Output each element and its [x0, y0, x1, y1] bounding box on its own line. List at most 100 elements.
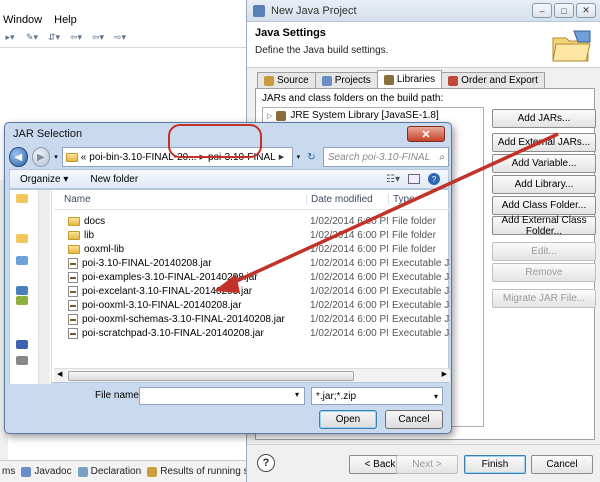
preview-pane-icon[interactable] — [408, 174, 420, 184]
file-row[interactable]: poi-ooxml-schemas-3.10-FINAL-20140208.ja… — [54, 312, 450, 326]
computer-icon[interactable] — [16, 286, 28, 295]
forward-arrow-icon[interactable]: ▶ — [31, 147, 51, 167]
jar-file-icon — [68, 327, 78, 339]
expand-chevron-icon[interactable]: ▷ — [267, 112, 272, 120]
breadcrumb-highlight-annotation — [168, 124, 262, 158]
refresh-icon[interactable]: ↻ — [304, 148, 319, 166]
file-row[interactable]: lib 1/02/2014 6:00 PM File folder — [54, 228, 450, 242]
folder-icon — [68, 230, 80, 240]
column-date[interactable]: Date modified — [306, 194, 388, 205]
minimize-icon[interactable]: – — [532, 3, 552, 18]
add-jars-button[interactable]: Add JARs... — [492, 109, 596, 128]
tab-problems[interactable]: ms — [2, 466, 15, 477]
tab-order-export[interactable]: Order and Export — [441, 72, 545, 88]
scroll-right-icon[interactable]: ▶ — [442, 370, 447, 378]
address-dropdown-icon[interactable]: ▾ — [297, 153, 301, 161]
tree-item-jre[interactable]: ▷ JRE System Library [JavaSE-1.8] — [263, 108, 483, 123]
file-row[interactable]: poi-excelant-3.10-FINAL-20140208.jar 1/02… — [54, 284, 450, 298]
file-date: 1/02/2014 6:00 PM — [310, 229, 388, 241]
file-name: poi-ooxml-3.10-FINAL-20140208.jar — [82, 299, 242, 311]
open-button[interactable]: Open — [319, 410, 377, 429]
nav-scrollbar[interactable] — [38, 190, 50, 384]
libraries-nav-icon[interactable] — [16, 234, 28, 243]
page-title: Java Settings — [255, 27, 326, 39]
toolbar-nav-icon[interactable]: ✎▾ — [24, 32, 40, 44]
migrate-jar-button[interactable]: Migrate JAR File... — [492, 289, 596, 308]
tab-declaration[interactable]: Declaration — [77, 466, 141, 477]
file-name-label: File name: — [95, 390, 142, 401]
add-external-jars-button[interactable]: Add External JARs... — [492, 133, 596, 152]
file-list[interactable]: Name Date modified Type docs 1/02/2014 6:… — [54, 190, 450, 384]
toolbar-prev-icon[interactable]: ⇦▾ — [68, 32, 84, 44]
add-external-class-folder-button[interactable]: Add External Class Folder... — [492, 215, 596, 237]
breadcrumb-overflow[interactable]: « — [81, 152, 87, 163]
file-row[interactable]: poi-ooxml-3.10-FINAL-20140208.jar 1/02/20… — [54, 298, 450, 312]
file-dialog-footer: File name: ▾ *.jar;*.zip ▾ Open Cancel — [9, 383, 449, 431]
page-description: Define the Java build settings. — [255, 45, 389, 56]
add-class-folder-button[interactable]: Add Class Folder... — [492, 196, 596, 215]
scroll-left-icon[interactable]: ◀ — [57, 370, 62, 378]
scrollbar-thumb[interactable] — [68, 371, 354, 381]
file-row[interactable]: poi-examples-3.10-FINAL-20140208.jar 1/02… — [54, 270, 450, 284]
edit-button[interactable]: Edit... — [492, 242, 596, 261]
close-icon[interactable]: ✕ — [407, 126, 445, 142]
search-icon[interactable]: ⌕ — [439, 152, 445, 163]
recent-pages-icon[interactable]: ▾ — [54, 153, 58, 161]
view-options-icon[interactable]: ☷▾ — [386, 174, 400, 185]
favorites-icon[interactable] — [16, 194, 28, 203]
file-row[interactable]: ooxml-lib 1/02/2014 6:00 PM File folder — [54, 242, 450, 256]
search-box[interactable]: ⌕ — [322, 147, 449, 167]
jar-file-icon — [68, 257, 78, 269]
menu-help[interactable]: Help — [54, 14, 77, 26]
cancel-button[interactable]: Cancel — [531, 455, 593, 474]
maximize-icon[interactable]: □ — [554, 3, 574, 18]
file-name-dropdown-icon[interactable]: ▾ — [295, 390, 299, 399]
file-type-filter[interactable]: *.jar;*.zip ▾ — [311, 387, 443, 405]
help-icon[interactable]: ? — [257, 454, 275, 472]
homegroup-icon[interactable] — [16, 256, 28, 265]
cancel-button[interactable]: Cancel — [385, 410, 443, 429]
add-variable-button[interactable]: Add Variable... — [492, 154, 596, 173]
help-icon[interactable]: ? — [428, 173, 440, 185]
file-row[interactable]: docs 1/02/2014 6:00 PM File folder — [54, 214, 450, 228]
remove-button[interactable]: Remove — [492, 263, 596, 282]
finish-button[interactable]: Finish — [464, 455, 526, 474]
column-type[interactable]: Type — [388, 194, 450, 205]
new-folder-button[interactable]: New folder — [90, 174, 138, 185]
tab-javadoc[interactable]: Javadoc — [21, 466, 72, 477]
column-name[interactable]: Name — [54, 194, 306, 205]
view-controls: ☷▾ ? — [386, 173, 448, 185]
file-name-input[interactable] — [139, 387, 305, 405]
file-type: Executable Jar File — [392, 271, 450, 283]
close-window-icon[interactable]: ✕ — [576, 3, 596, 18]
back-arrow-icon[interactable]: ◀ — [9, 147, 28, 167]
tab-libraries[interactable]: Libraries — [376, 70, 443, 88]
tab-projects[interactable]: Projects — [314, 72, 378, 88]
file-row[interactable]: poi-3.10-FINAL-20140208.jar 1/02/2014 6:0… — [54, 256, 450, 270]
toolbar-edit-icon[interactable]: ⇵▾ — [46, 32, 62, 44]
navigation-pane[interactable] — [10, 190, 52, 384]
drive-icon[interactable] — [16, 296, 28, 305]
back-arrow-icon[interactable]: ⇦▾ — [90, 32, 106, 44]
file-row[interactable]: poi-scratchpad-3.10-FINAL-20140208.jar 1/… — [54, 326, 450, 340]
file-type: Executable Jar File — [392, 257, 450, 269]
search-input[interactable] — [327, 151, 438, 163]
chevron-down-icon: ▾ — [433, 391, 438, 401]
horizontal-scrollbar[interactable]: ◀ ▶ — [54, 368, 450, 382]
toolbar-run-icon[interactable]: ▸▾ — [2, 32, 18, 44]
add-library-button[interactable]: Add Library... — [492, 175, 596, 194]
forward-arrow-icon[interactable]: ⇨▾ — [112, 32, 128, 44]
network-drive-icon[interactable] — [16, 356, 28, 365]
breadcrumb-separator-icon[interactable]: ▶ — [279, 153, 284, 161]
file-name: poi-ooxml-schemas-3.10-FINAL-20140208.ja… — [82, 313, 285, 325]
order-export-icon — [448, 75, 459, 86]
network-icon[interactable] — [16, 340, 28, 349]
file-name: poi-excelant-3.10-FINAL-20140208.jar — [82, 285, 253, 297]
tab-source[interactable]: Source — [257, 72, 316, 88]
bottom-view-tabs: ms Javadoc Declaration Results of runnin… — [0, 460, 279, 482]
window-controls: – □ ✕ — [532, 3, 596, 18]
next-button[interactable]: Next > — [396, 455, 458, 474]
organize-menu[interactable]: Organize ▾ — [20, 174, 68, 185]
menu-window[interactable]: Window — [3, 14, 42, 26]
jre-library-icon — [276, 110, 287, 121]
